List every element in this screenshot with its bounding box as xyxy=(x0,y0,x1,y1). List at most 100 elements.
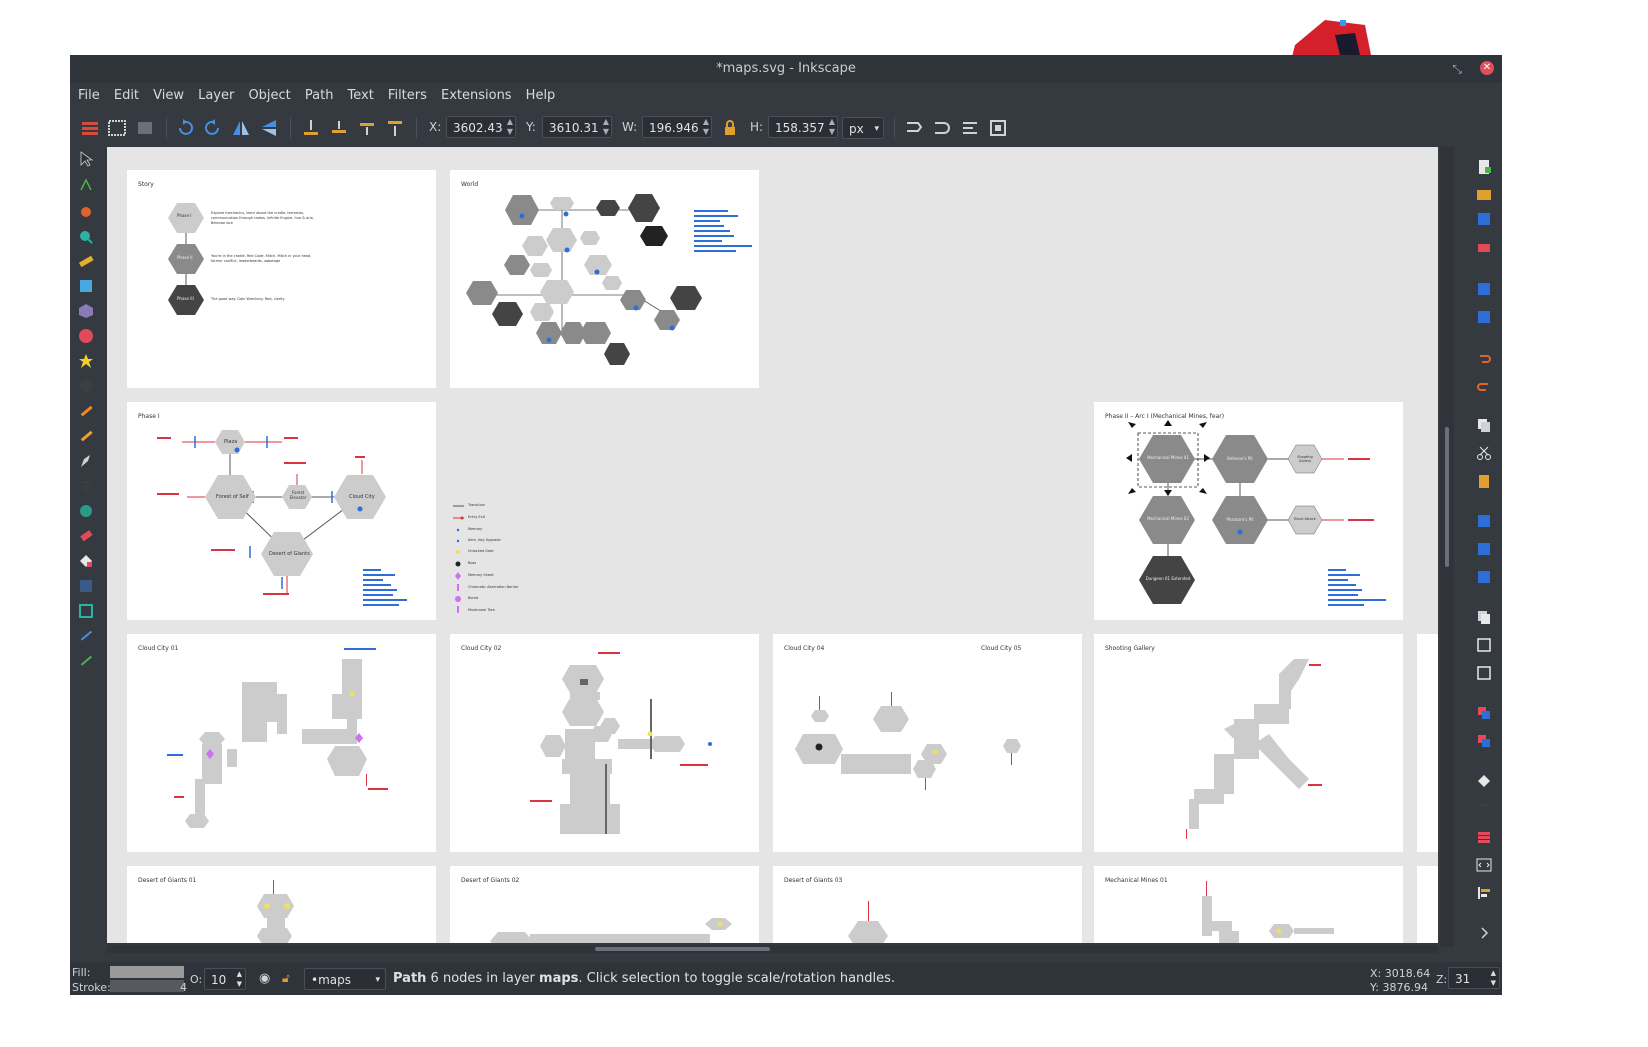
lock-icon[interactable] xyxy=(720,118,740,138)
raise-icon[interactable] xyxy=(329,118,349,138)
page-cloud-city-04-05[interactable]: Cloud City 04 Cloud City 05 xyxy=(773,634,1082,852)
unit-select[interactable]: px ▾ xyxy=(842,117,884,139)
tweak-tool-icon[interactable] xyxy=(78,203,94,219)
page-desert-of-giants-02[interactable]: Desert of Giants 02 xyxy=(450,866,759,943)
page-phase-2[interactable]: Phase II – Arc I (Mechanical Mines, fear… xyxy=(1094,402,1403,620)
eye-icon[interactable]: ◉ xyxy=(259,971,270,986)
selector-tool-icon[interactable] xyxy=(78,151,94,167)
zoom-selection-icon[interactable] xyxy=(1476,513,1492,529)
duplicate-icon[interactable] xyxy=(1476,609,1492,625)
page-desert-of-giants-03[interactable]: Desert of Giants 03 xyxy=(773,866,1082,943)
page-story[interactable]: Story Phase I Phase II Phase III Explore… xyxy=(127,170,436,388)
group-icon[interactable] xyxy=(1476,705,1492,721)
page-cloud-city-02[interactable]: Cloud City 02 xyxy=(450,634,759,852)
align-distribute-icon[interactable] xyxy=(1476,885,1492,901)
y-spinner-icon[interactable]: ▲ ▼ xyxy=(603,117,609,137)
page-desert-of-giants-01[interactable]: Desert of Giants 01 xyxy=(127,866,436,943)
flip-vertical-icon[interactable] xyxy=(259,118,279,138)
zoom-spinner-icon[interactable]: ▲ ▼ xyxy=(1491,968,1496,988)
page-cloud-city-01[interactable]: Cloud City 01 xyxy=(127,634,436,852)
text-font-icon[interactable] xyxy=(1476,801,1492,817)
horizontal-scroll-thumb[interactable] xyxy=(595,947,770,951)
mesh-tool-icon[interactable] xyxy=(78,578,94,594)
y-input[interactable]: 3610.31 ▲ ▼ xyxy=(542,116,612,138)
paint-bucket-tool-icon[interactable] xyxy=(78,553,94,569)
open-icon[interactable] xyxy=(1476,185,1492,201)
pen-tool-icon[interactable] xyxy=(78,428,94,444)
page-offscreen-right-2[interactable] xyxy=(1417,866,1438,943)
node-tool-icon[interactable] xyxy=(78,177,94,193)
zoom-page-icon[interactable] xyxy=(1476,569,1492,585)
unlink-clone-icon[interactable] xyxy=(1476,665,1492,681)
zoom-input[interactable]: 31 ▲ ▼ xyxy=(1448,967,1500,989)
x-input[interactable]: 3602.43 ▲ ▼ xyxy=(446,116,516,138)
menu-layer[interactable]: Layer xyxy=(198,83,234,109)
deselect-icon[interactable] xyxy=(135,118,155,138)
zoom-drawing-icon[interactable] xyxy=(1476,541,1492,557)
fill-swatch[interactable] xyxy=(110,966,184,978)
save-icon[interactable] xyxy=(1476,211,1492,227)
opacity-spinner-icon[interactable]: ▲ ▼ xyxy=(237,969,242,989)
spray-tool-icon[interactable] xyxy=(78,653,94,669)
export-icon[interactable] xyxy=(1476,309,1492,325)
menu-text[interactable]: Text xyxy=(348,83,374,109)
menu-file[interactable]: File xyxy=(78,83,100,109)
3d-box-tool-icon[interactable] xyxy=(78,303,94,319)
rotate-ccw-icon[interactable] xyxy=(175,118,195,138)
fill-stroke-icon[interactable] xyxy=(1476,773,1492,789)
transform-patterns-icon[interactable] xyxy=(988,118,1008,138)
horizontal-scrollbar[interactable] xyxy=(107,945,1438,953)
spiral-tool-icon[interactable] xyxy=(78,378,94,394)
vertical-scrollbar[interactable] xyxy=(1440,147,1454,947)
menu-view[interactable]: View xyxy=(153,83,184,109)
lock-icon[interactable]: 🔓︎ xyxy=(282,971,290,986)
paste-icon[interactable] xyxy=(1476,473,1492,489)
cut-icon[interactable] xyxy=(1476,445,1492,461)
flip-horizontal-icon[interactable] xyxy=(231,118,251,138)
transform-gradients-icon[interactable] xyxy=(960,118,980,138)
rectangle-tool-icon[interactable] xyxy=(78,278,94,294)
print-icon[interactable] xyxy=(1476,239,1492,255)
x-spinner-icon[interactable]: ▲ ▼ xyxy=(507,117,513,137)
scale-corners-icon[interactable] xyxy=(932,118,952,138)
chevron-right-icon[interactable] xyxy=(1476,925,1492,941)
gradient-tool-icon[interactable] xyxy=(78,503,94,519)
select-all-layers-icon[interactable] xyxy=(107,118,127,138)
measure-tool-icon[interactable] xyxy=(78,253,94,269)
import-icon[interactable] xyxy=(1476,281,1492,297)
page-mechanical-mines-01[interactable]: Mechanical Mines 01 xyxy=(1094,866,1403,943)
text-tool-icon[interactable] xyxy=(78,478,94,494)
lower-icon[interactable] xyxy=(357,118,377,138)
vertical-scroll-thumb[interactable] xyxy=(1445,427,1449,567)
rotate-cw-icon[interactable] xyxy=(203,118,223,138)
clone-icon[interactable] xyxy=(1476,637,1492,653)
menu-help[interactable]: Help xyxy=(526,83,556,109)
layers-icon[interactable] xyxy=(1476,829,1492,845)
pencil-tool-icon[interactable] xyxy=(78,403,94,419)
restore-icon[interactable]: ⤡ xyxy=(1452,62,1462,77)
page-world[interactable]: World xyxy=(450,170,759,388)
redo-icon[interactable] xyxy=(1476,377,1492,393)
opacity-input[interactable]: 10 ▲ ▼ xyxy=(204,968,246,990)
menu-edit[interactable]: Edit xyxy=(114,83,139,109)
w-input[interactable]: 196.946 ▲ ▼ xyxy=(642,116,712,138)
menu-path[interactable]: Path xyxy=(305,83,334,109)
page-phase-1[interactable]: Phase I Plaza Forest of Self Forest Elev… xyxy=(127,402,436,620)
drawing-canvas[interactable]: Story Phase I Phase II Phase III Explore… xyxy=(107,147,1438,943)
h-spinner-icon[interactable]: ▲ ▼ xyxy=(829,117,835,137)
h-input[interactable]: 158.357 ▲ ▼ xyxy=(768,116,838,138)
ellipse-tool-icon[interactable] xyxy=(78,328,94,344)
menu-filters[interactable]: Filters xyxy=(388,83,427,109)
close-button[interactable]: ✕ xyxy=(1480,61,1494,75)
scale-stroke-icon[interactable] xyxy=(904,118,924,138)
raise-to-top-icon[interactable] xyxy=(301,118,321,138)
copy-icon[interactable] xyxy=(1476,417,1492,433)
page-shooting-gallery[interactable]: Shooting Gallery xyxy=(1094,634,1403,852)
lower-to-bottom-icon[interactable] xyxy=(385,118,405,138)
layer-select[interactable]: •maps ▾ xyxy=(304,968,386,990)
connector-tool-icon[interactable] xyxy=(78,603,94,619)
star-tool-icon[interactable] xyxy=(78,353,94,369)
stroke-swatch[interactable] xyxy=(110,980,184,992)
select-all-icon[interactable] xyxy=(80,118,100,138)
xml-editor-icon[interactable] xyxy=(1476,857,1492,873)
